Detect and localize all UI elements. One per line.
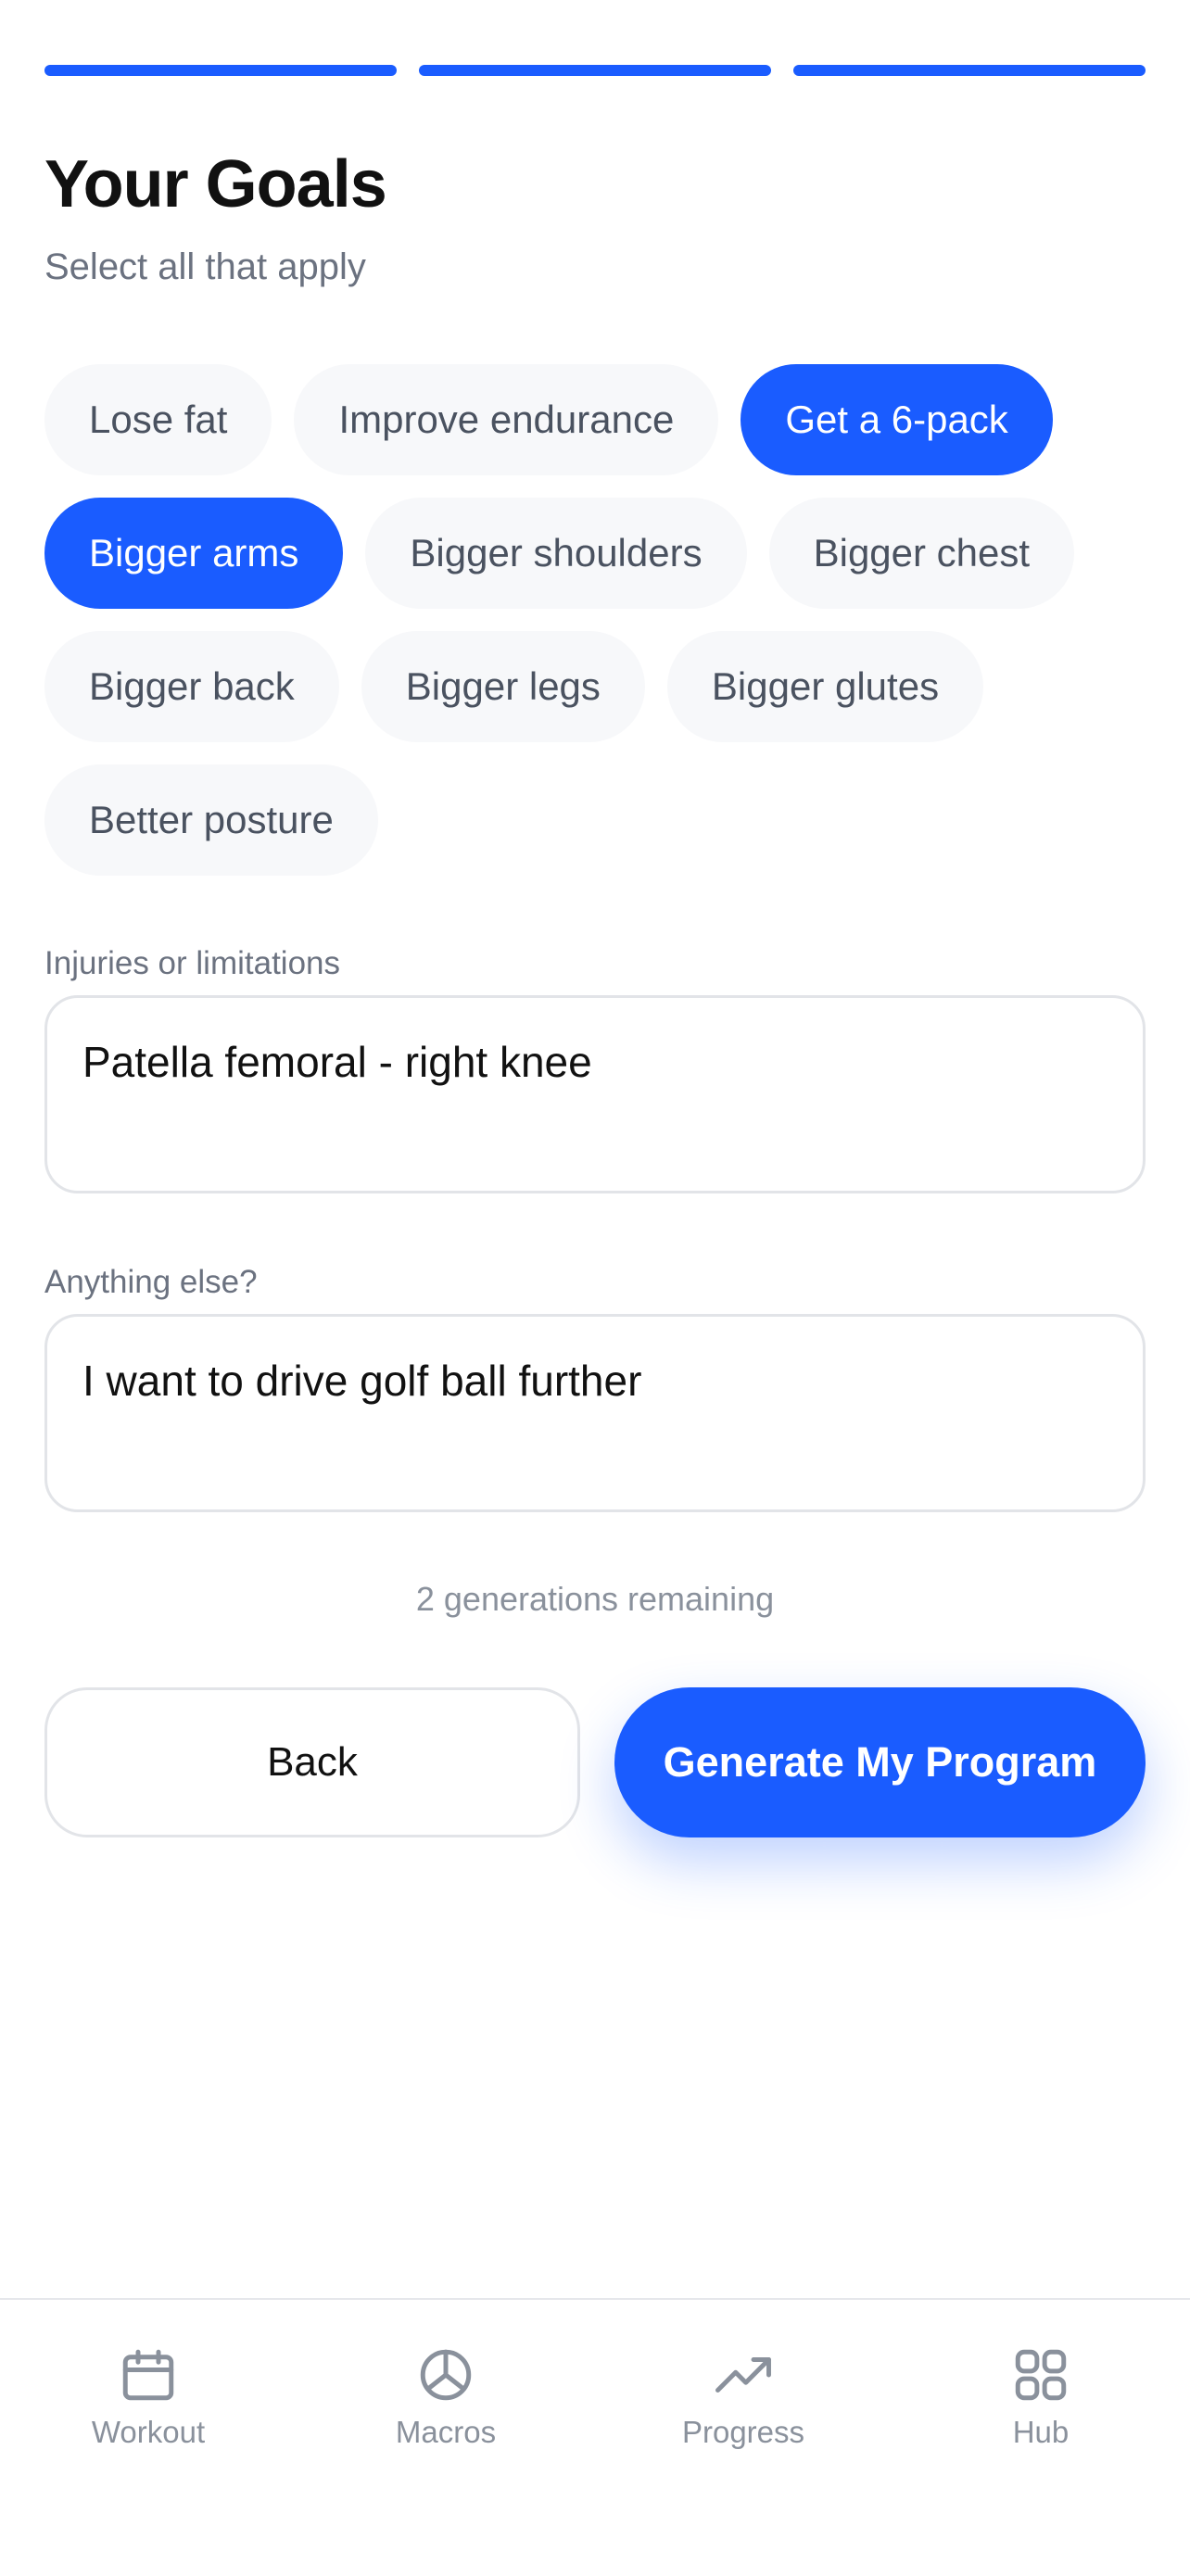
injuries-field[interactable]: Patella femoral - right knee: [44, 995, 1146, 1193]
injuries-label: Injuries or limitations: [44, 945, 340, 981]
goal-chip[interactable]: Better posture: [44, 764, 378, 876]
back-button[interactable]: Back: [44, 1687, 580, 1837]
trending-up-icon: [715, 2357, 771, 2393]
grid-icon: [1015, 2349, 1067, 2401]
tab-label: Workout: [91, 2415, 206, 2449]
tab-progress[interactable]: Progress: [641, 2344, 845, 2450]
tab-label: Macros: [395, 2415, 497, 2449]
tab-label: Progress: [681, 2415, 805, 2449]
tab-hub[interactable]: Hub: [939, 2344, 1143, 2450]
tab-label: Hub: [1012, 2415, 1070, 2449]
goal-chip[interactable]: Bigger legs: [361, 631, 645, 742]
calendar-icon: [122, 2349, 174, 2401]
tab-macros[interactable]: Macros: [344, 2344, 548, 2450]
anything-else-label: Anything else?: [44, 1264, 258, 1300]
goal-chip[interactable]: Get a 6-pack: [741, 364, 1053, 475]
goal-chip[interactable]: Bigger back: [44, 631, 339, 742]
goal-chip[interactable]: Bigger chest: [768, 498, 1075, 609]
bottom-tab-bar: Workout Macros Progress Hub: [0, 2298, 1190, 2576]
goal-chips: Lose fat Improve endurance Get a 6-pack …: [44, 364, 1146, 876]
step-progress-bars: [44, 65, 1146, 76]
page-subtitle: Select all that apply: [44, 246, 366, 287]
goal-chip[interactable]: Bigger arms: [44, 498, 344, 609]
goal-chip[interactable]: Bigger glutes: [666, 631, 984, 742]
goal-chip[interactable]: Lose fat: [44, 364, 272, 475]
page-title: Your Goals: [44, 147, 387, 221]
step-bar: [793, 65, 1146, 76]
tab-workout[interactable]: Workout: [46, 2344, 250, 2450]
anything-else-field[interactable]: I want to drive golf ball further: [44, 1314, 1146, 1512]
pie-chart-icon: [420, 2349, 472, 2401]
step-bar: [44, 65, 397, 76]
step-bar: [419, 65, 771, 76]
goal-chip[interactable]: Bigger shoulders: [365, 498, 747, 609]
goal-chip[interactable]: Improve endurance: [294, 364, 719, 475]
generate-program-button[interactable]: Generate My Program: [614, 1687, 1146, 1837]
generations-remaining: 2 generations remaining: [415, 1580, 775, 1618]
